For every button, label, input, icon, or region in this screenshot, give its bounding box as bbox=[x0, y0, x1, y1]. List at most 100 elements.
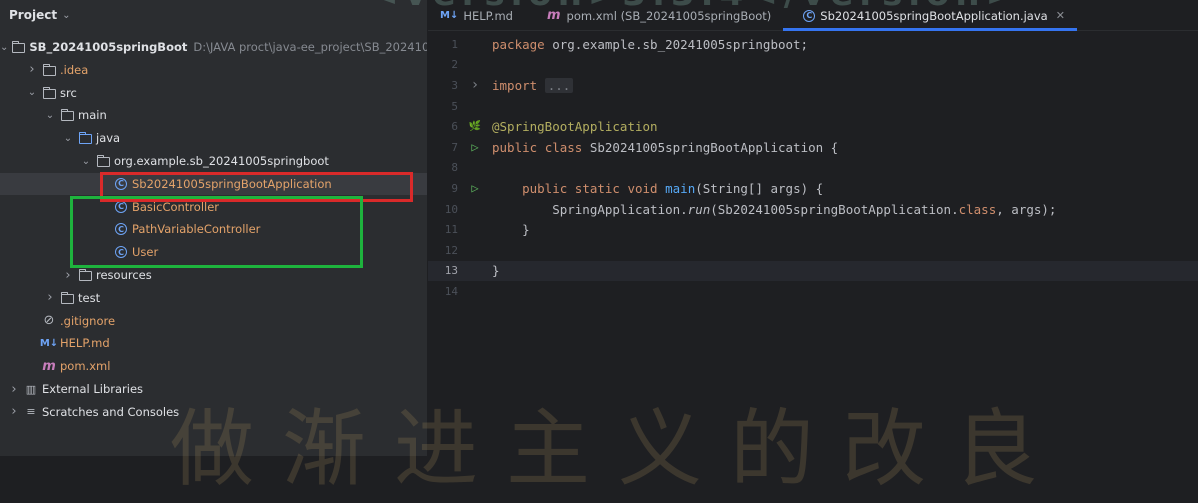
tree-item-label: test bbox=[78, 290, 101, 305]
run-icon[interactable]: ▷ bbox=[458, 181, 492, 195]
chevron-right-icon[interactable]: › bbox=[8, 404, 20, 419]
spring-bean-icon[interactable]: 🌿 bbox=[458, 121, 492, 132]
source-folder-icon bbox=[78, 131, 92, 145]
tree-item-label: External Libraries bbox=[42, 382, 144, 396]
project-panel-title: Project bbox=[9, 8, 58, 22]
tree-item[interactable]: ⌄ org.example.sb_20241005springboot bbox=[0, 150, 427, 172]
class-icon: C bbox=[114, 245, 128, 259]
tree-item[interactable]: › ▥ External Libraries bbox=[0, 378, 427, 400]
chevron-down-icon[interactable]: ⌄ bbox=[44, 110, 56, 121]
line-number: 14 bbox=[444, 284, 458, 298]
code-line[interactable]: 13} bbox=[428, 260, 1198, 282]
code-line[interactable]: 8 bbox=[428, 158, 1198, 179]
maven-icon: m bbox=[42, 358, 56, 374]
project-path: D:\JAVA proct\java-ee_project\SB_2024100… bbox=[193, 40, 428, 54]
tree-item-label: main bbox=[78, 108, 107, 123]
chevron-right-icon[interactable]: › bbox=[62, 268, 74, 283]
tree-item-label: resources bbox=[96, 268, 152, 282]
tree-item[interactable]: ⌄ SB_20241005springBoot D:\JAVA proct\java… bbox=[0, 36, 427, 58]
tree-item-label: src bbox=[60, 85, 77, 100]
chevron-down-icon[interactable]: ⌄ bbox=[26, 87, 38, 98]
tree-item[interactable]: m pom.xml bbox=[0, 355, 427, 377]
resources-folder-icon bbox=[78, 268, 92, 282]
gitignore-icon: ⊘ bbox=[43, 313, 55, 329]
tree-item[interactable]: › resources bbox=[0, 264, 427, 286]
line-number: 10 bbox=[444, 202, 458, 216]
line-number: 8 bbox=[451, 161, 458, 175]
libraries-icon: ▥ bbox=[25, 382, 37, 396]
chevron-right-icon[interactable]: › bbox=[26, 62, 38, 77]
run-icon[interactable]: ▷ bbox=[458, 140, 492, 154]
tree-item[interactable]: C User bbox=[0, 241, 427, 263]
code-line[interactable]: 11 } bbox=[428, 219, 1198, 240]
code-line[interactable]: 3 › import ... bbox=[428, 75, 1198, 96]
tree-item-label: org.example.sb_20241005springboot bbox=[114, 154, 329, 168]
code-line[interactable]: 6 🌿 @SpringBootApplication bbox=[428, 116, 1198, 137]
spring-class-icon: C bbox=[803, 9, 816, 22]
tree-item-label: Sb20241005springBootApplication bbox=[132, 176, 332, 191]
line-number: 7 bbox=[451, 140, 458, 154]
fold-icon[interactable]: › bbox=[458, 77, 492, 93]
chevron-down-icon[interactable]: ⌄ bbox=[0, 42, 8, 53]
class-icon: C bbox=[114, 222, 128, 236]
code-line[interactable]: 1 package org.example.sb_20241005springbo… bbox=[428, 34, 1198, 55]
tree-item[interactable]: C PathVariableController bbox=[0, 218, 427, 240]
chevron-down-icon[interactable]: ⌄ bbox=[62, 10, 70, 21]
tab-pom-xml[interactable]: m pom.xml (SB_20241005springBoot) bbox=[525, 1, 783, 30]
tree-item-label: java bbox=[96, 131, 121, 146]
code-text: @SpringBootApplication bbox=[492, 119, 658, 135]
tree-item[interactable]: M↓ HELP.md bbox=[0, 332, 427, 354]
tree-item[interactable]: ⌄ src bbox=[0, 82, 427, 104]
chevron-down-icon[interactable]: ⌄ bbox=[62, 133, 74, 144]
folder-icon bbox=[42, 63, 56, 77]
line-number: 9 bbox=[451, 181, 458, 195]
code-text: public class Sb20241005springBootApplica… bbox=[492, 139, 839, 155]
tab-label: Sb20241005springBootApplication.java bbox=[820, 8, 1048, 23]
line-number: 11 bbox=[444, 223, 458, 237]
code-text: import ... bbox=[492, 77, 574, 93]
folder-icon bbox=[60, 291, 74, 305]
code-line[interactable]: 2 bbox=[428, 55, 1198, 76]
package-icon bbox=[96, 154, 110, 168]
tree-item-label: BasicController bbox=[132, 199, 220, 214]
code-text: package org.example.sb_20241005springboo… bbox=[492, 36, 809, 52]
line-number: 5 bbox=[451, 99, 458, 113]
chevron-right-icon[interactable]: › bbox=[8, 382, 20, 397]
code-line[interactable]: 14 bbox=[428, 281, 1198, 302]
project-panel: Project ⌄ ⌄ SB_20241005springBoot D:\JAVA … bbox=[0, 0, 428, 456]
tree-item[interactable]: › ≡ Scratches and Consoles bbox=[0, 401, 427, 423]
tab-label: pom.xml (SB_20241005springBoot) bbox=[566, 8, 772, 23]
tree-item[interactable]: ⌄ main bbox=[0, 104, 427, 126]
tree-item[interactable]: C Sb20241005springBootApplication bbox=[0, 172, 427, 195]
code-line[interactable]: 9 ▷ public static void main(String[] args… bbox=[428, 178, 1198, 199]
class-icon: C bbox=[114, 200, 128, 214]
tree-item[interactable]: ⌄ java bbox=[0, 127, 427, 149]
close-icon[interactable]: ✕ bbox=[1056, 9, 1065, 22]
tab-application-java[interactable]: C Sb20241005springBootApplication.java ✕ bbox=[783, 1, 1077, 31]
code-line[interactable]: 7 ▷ public class Sb20241005springBootAppli… bbox=[428, 137, 1198, 158]
tree-item[interactable]: C BasicController bbox=[0, 196, 427, 218]
chevron-right-icon[interactable]: › bbox=[44, 290, 56, 305]
editor-area: M↓ HELP.md m pom.xml (SB_20241005springB… bbox=[428, 0, 1198, 456]
tree-item-label: .gitignore bbox=[60, 313, 116, 328]
line-number: 13 bbox=[444, 264, 458, 278]
code-text: } bbox=[492, 222, 530, 238]
chevron-down-icon[interactable]: ⌄ bbox=[80, 156, 92, 167]
tree-item[interactable]: › .idea bbox=[0, 59, 427, 81]
code-line[interactable]: 10 SpringApplication.run(Sb20241005sprin… bbox=[428, 199, 1198, 220]
module-folder-icon bbox=[12, 40, 26, 54]
tree-item[interactable]: › test bbox=[0, 287, 427, 309]
markdown-icon: M↓ bbox=[39, 337, 59, 349]
code-line[interactable]: 5 bbox=[428, 96, 1198, 117]
tree-item-label: .idea bbox=[60, 62, 89, 77]
code-line[interactable]: 12 bbox=[428, 240, 1198, 261]
folder-icon bbox=[60, 108, 74, 122]
scratches-icon: ≡ bbox=[26, 405, 36, 419]
tree-item[interactable]: ⊘ .gitignore bbox=[0, 310, 427, 332]
line-number: 2 bbox=[451, 58, 458, 72]
editor-tabs: M↓ HELP.md m pom.xml (SB_20241005springB… bbox=[428, 0, 1198, 31]
tree-item-label: HELP.md bbox=[60, 336, 110, 351]
line-number: 3 bbox=[451, 78, 458, 92]
project-panel-header[interactable]: Project ⌄ bbox=[0, 0, 427, 30]
tab-help-md[interactable]: M↓ HELP.md bbox=[428, 1, 525, 30]
